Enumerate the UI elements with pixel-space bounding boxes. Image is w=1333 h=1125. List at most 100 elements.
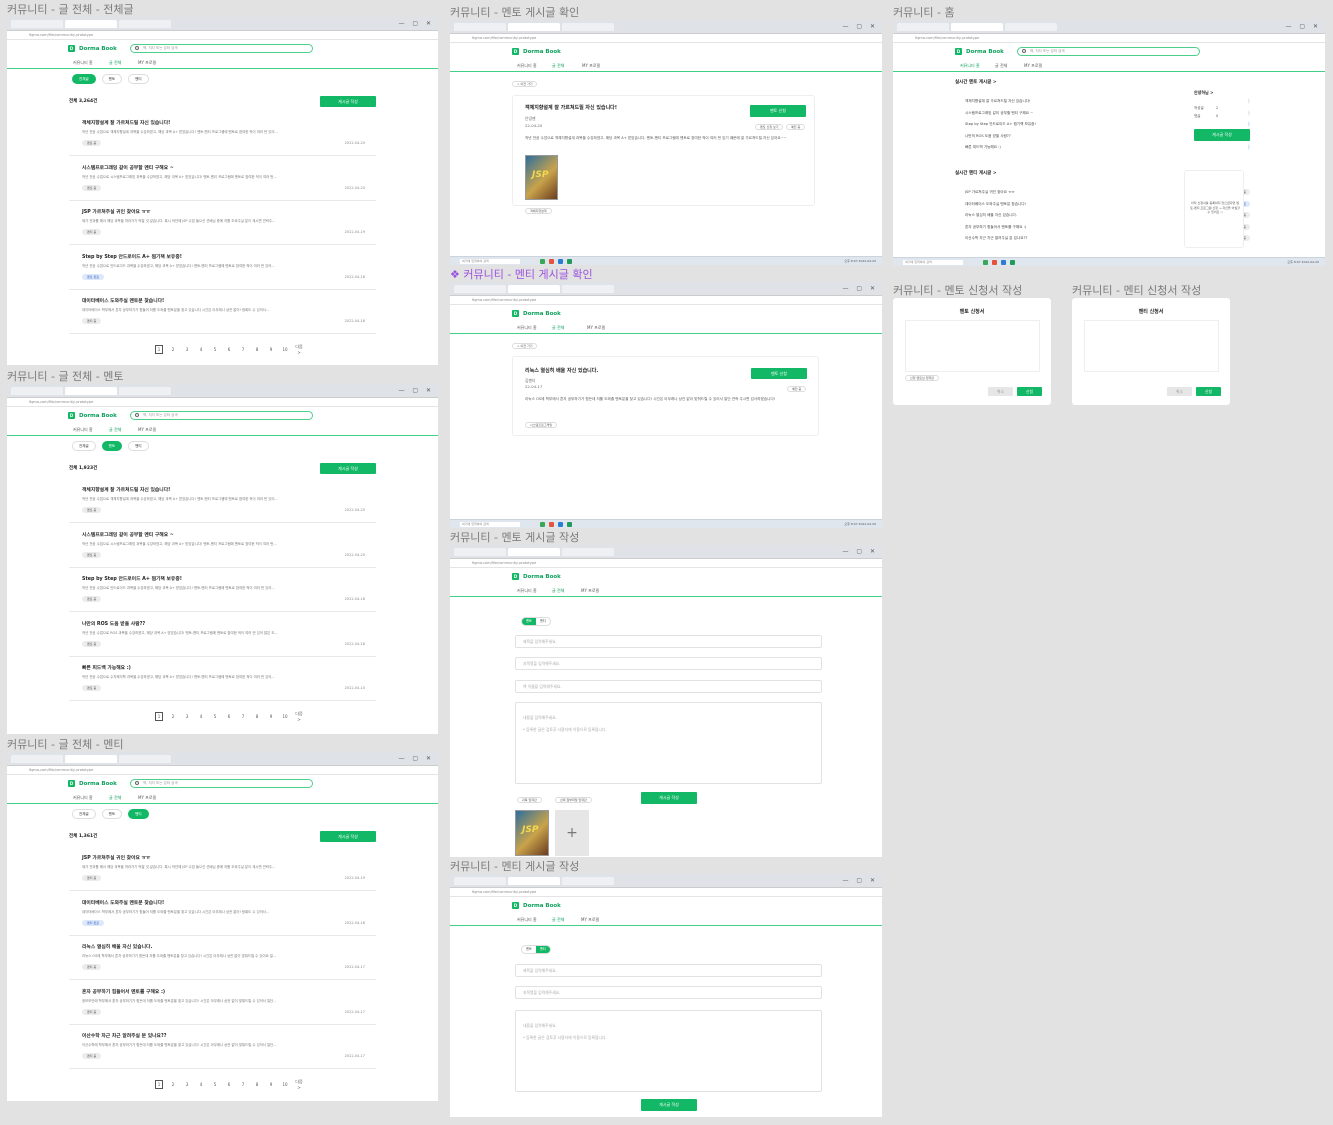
window-controls[interactable]: — ▢ ✕ (398, 387, 434, 394)
mentor-name-field[interactable]: 신청 멘토님 입력란 (905, 375, 939, 381)
write-post-button[interactable]: 게시글 작성 (1194, 129, 1250, 141)
browser-tab[interactable] (119, 755, 171, 763)
brand-logo[interactable]: D Dorma Book (512, 48, 561, 55)
nav-my-profile[interactable]: MY 프로필 (582, 63, 600, 69)
filter-all[interactable]: 전체글 (72, 809, 96, 819)
submit-post-button[interactable]: 게시글 작성 (641, 1099, 697, 1111)
brand-logo[interactable]: D Dorma Book (68, 780, 117, 787)
brand-logo[interactable]: D Dorma Book (68, 45, 117, 52)
filter-mentor[interactable]: 멘토 (101, 441, 123, 451)
address-bar[interactable]: figma.com/file/community-prototype (7, 31, 438, 40)
list-item[interactable]: 시스템프로그래밍 같이 공부할 멘티 구해요 ~ 작년 전공 수업으로 시스템프로… (69, 157, 376, 201)
title-input[interactable]: 제목을 입력해주세요. (515, 635, 822, 648)
post-title[interactable]: 시스템프로그래밍 같이 공부할 멘티 구해요 ~ (82, 531, 174, 538)
app-icon[interactable] (549, 522, 554, 527)
subject-input[interactable]: 과목명을 입력해주세요. (515, 657, 822, 670)
app-icon[interactable] (983, 260, 988, 265)
taskbar-search[interactable]: 여기에 입력하여 검색 (460, 259, 520, 264)
post-title[interactable]: 혼자 공부하기 힘들어서 멘토를 구해요 :) (82, 988, 165, 995)
browser-tab[interactable] (11, 20, 63, 28)
page-button[interactable]: 3 (183, 347, 191, 352)
window-controls[interactable]: — ▢ ✕ (842, 548, 878, 555)
address-bar[interactable]: figma.com/file/community-prototype (7, 398, 438, 407)
nav-home[interactable]: 커뮤니티 홈 (960, 63, 980, 69)
address-bar[interactable]: figma.com/file/community-prototype (893, 34, 1325, 43)
nav-my-profile[interactable]: MY 프로필 (138, 60, 156, 66)
post-title[interactable]: 객체지향설계 잘 가르쳐드릴 자신 있습니다! (82, 119, 170, 126)
submit-post-button[interactable]: 게시글 작성 (641, 792, 697, 804)
post-title[interactable]: JSP 가르쳐주실 귀인 찾아요 ㅠㅠ (82, 854, 150, 861)
nav-my-profile[interactable]: MY 프로필 (1024, 63, 1042, 69)
back-button[interactable]: < 이전 가기 (512, 81, 538, 87)
brand-logo[interactable]: D Dorma Book (512, 573, 561, 580)
mentor-section-title[interactable]: 실시간 멘토 게시글 > (955, 79, 997, 85)
browser-tab[interactable] (897, 23, 949, 31)
browser-tab-active[interactable] (65, 755, 117, 763)
browser-tab-active[interactable] (508, 23, 560, 31)
page-button[interactable]: 8 (253, 1082, 261, 1087)
nav-all-posts[interactable]: 글 전체 (552, 588, 564, 594)
nav-home[interactable]: 커뮤니티 홈 (517, 917, 537, 923)
address-bar[interactable]: figma.com/file/community-prototype (7, 766, 438, 775)
list-item[interactable]: JSP 가르쳐주실 귀인 찾아요 ㅠㅠ 제가 전과를 해서 해당 과목을 따라가기… (69, 847, 376, 891)
browser-tab-active[interactable] (65, 387, 117, 395)
list-item[interactable]: 데이터베이스 도와주실 멘토분 찾습니다! 데이터베이스 학부에서 혼자 공부하기… (69, 892, 376, 936)
page-button[interactable]: 4 (197, 1082, 205, 1087)
app-icon[interactable] (1001, 260, 1006, 265)
toggle-mentor[interactable]: 멘토 (522, 618, 536, 625)
page-button[interactable]: 1 (155, 345, 163, 354)
view-applicants-tag[interactable]: 멘토 신청 보기 (755, 124, 784, 130)
nav-home[interactable]: 커뮤니티 홈 (73, 795, 93, 801)
page-button[interactable]: 5 (211, 1082, 219, 1087)
nav-all-posts[interactable]: 글 전체 (995, 63, 1007, 69)
post-title[interactable]: 시스템프로그래밍 같이 공부할 멘티 구해요 ~ (82, 164, 174, 171)
browser-tab[interactable] (562, 877, 614, 885)
nav-all-posts[interactable]: 글 전체 (552, 325, 564, 331)
list-item[interactable]: 혼자 공부하기 힘들어서 멘토를 구해요 :) 정보보안에 학부에서 혼자 공부하… (69, 981, 376, 1025)
post-title[interactable]: 이산수학 차근 차근 알려주실 분 있나요?? (82, 1032, 167, 1039)
page-button[interactable]: 7 (239, 347, 247, 352)
post-title[interactable]: JSP 가르쳐주실 귀인 찾아요 ㅠㅠ (965, 190, 1015, 195)
list-item[interactable]: 이산수학 차근 차근 알려주실 분 있나요?? 이산수학에 학부에서 혼자 공부하… (69, 1025, 376, 1069)
filter-all[interactable]: 전체글 (72, 441, 96, 451)
brand-logo[interactable]: D Dorma Book (68, 412, 117, 419)
page-button[interactable]: 8 (253, 347, 261, 352)
attachment-tag-field[interactable]: 선택 첨부파일 입력란 (555, 797, 592, 803)
address-bar[interactable]: figma.com/file/community-prototype (450, 296, 882, 305)
write-post-button[interactable]: 게시글 작성 (320, 831, 376, 842)
post-title[interactable]: 빠른 피드백 가능해요 :) (82, 664, 131, 671)
nav-home[interactable]: 커뮤니티 홈 (73, 427, 93, 433)
filter-mentee[interactable]: 멘티 (128, 74, 149, 84)
page-button[interactable]: 9 (267, 1082, 275, 1087)
search-input[interactable]: 책, 저자 또는 강좌 검색 (1017, 47, 1200, 56)
post-title[interactable]: 데이터베이스 도와주실 멘토분 찾습니다! (965, 202, 1026, 207)
book-input[interactable]: 책 이름을 입력해주세요. (515, 680, 822, 693)
filter-all[interactable]: 전체글 (72, 74, 96, 84)
title-input[interactable]: 제목을 입력해주세요. (515, 964, 822, 977)
browser-tab[interactable] (1005, 23, 1057, 31)
post-title[interactable]: 객체지향설계 잘 가르쳐드릴 자신 있습니다! (965, 99, 1031, 104)
filter-mentee[interactable]: 멘티 (128, 441, 149, 451)
page-button[interactable]: 9 (267, 347, 275, 352)
window-controls[interactable]: — ▢ ✕ (842, 877, 878, 884)
page-button[interactable]: 3 (183, 714, 191, 719)
nav-all-posts[interactable]: 글 전체 (552, 63, 564, 69)
apply-button[interactable]: 멘토 신청 (750, 105, 806, 117)
mentee-section-title[interactable]: 실시간 멘티 게시글 > (955, 170, 997, 176)
browser-tab[interactable] (454, 285, 506, 293)
filter-mentor[interactable]: 멘토 (101, 74, 123, 84)
apply-button[interactable]: 멘토 신청 (751, 368, 807, 379)
page-button[interactable]: 4 (197, 714, 205, 719)
nav-all-posts[interactable]: 글 전체 (109, 795, 121, 801)
taskbar-search[interactable]: 여기에 입력하여 검색 (460, 522, 520, 527)
page-button[interactable]: 1 (155, 712, 163, 721)
post-title[interactable]: Step by Step 안드로이드 A+ 찜기책 보유중! (82, 253, 182, 260)
window-controls[interactable]: — ▢ ✕ (398, 20, 434, 27)
filter-mentee[interactable]: 멘티 (128, 809, 149, 819)
page-button[interactable]: 4 (197, 347, 205, 352)
filter-mentor[interactable]: 멘토 (101, 809, 123, 819)
page-button[interactable]: 2 (169, 1082, 177, 1087)
write-post-button[interactable]: 게시글 작성 (320, 96, 376, 107)
post-title[interactable]: JSP 가르쳐주실 귀인 찾아요 ㅠㅠ (82, 208, 150, 215)
page-button[interactable]: 7 (239, 1082, 247, 1087)
